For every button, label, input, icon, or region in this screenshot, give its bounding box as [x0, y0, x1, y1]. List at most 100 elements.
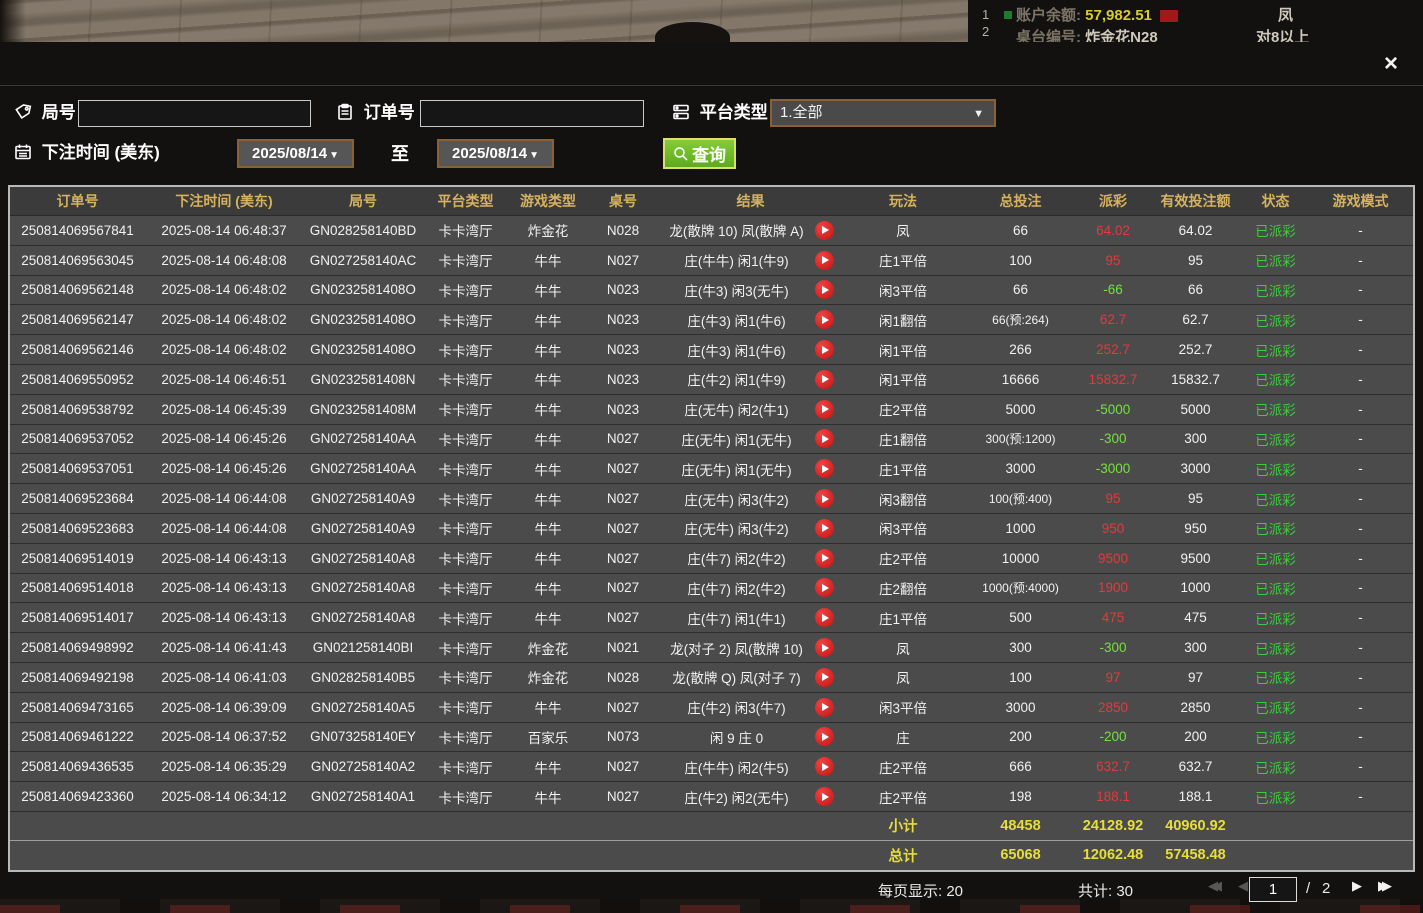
table-row: 2508140695621462025-08-14 06:48:02GN0232… [10, 335, 1413, 365]
play-video-button[interactable] [815, 638, 834, 657]
play-icon [822, 286, 829, 294]
game-mode: - [1308, 431, 1413, 446]
play-type: 庄2平倍 [843, 399, 963, 419]
filter-row-2: 下注时间 (美东) 2025/08/14▼ 至 2025/08/14▼ 查询 [0, 138, 1423, 170]
table-number: N023 [588, 372, 658, 387]
round-number: GN0232581408O [303, 282, 423, 297]
platform-type: 卡卡湾厅 [423, 638, 508, 658]
column-header: 玩法 [843, 191, 963, 211]
play-video-button[interactable] [815, 251, 834, 270]
date-from-picker[interactable]: 2025/08/14▼ [237, 139, 354, 168]
table-row: 2508140694921982025-08-14 06:41:03GN0282… [10, 663, 1413, 693]
table-row: 2508140694731652025-08-14 06:39:09GN0272… [10, 693, 1413, 723]
play-icon [822, 763, 829, 771]
order-number-input[interactable] [420, 100, 644, 127]
platform-type-value: 1.全部 [780, 104, 823, 121]
status-badge: 已派彩 [1243, 548, 1308, 568]
play-video-button[interactable] [815, 340, 834, 359]
valid-bet: 300 [1148, 431, 1243, 446]
total-bet: 100 [963, 253, 1078, 268]
last-page-button[interactable]: ▶▶ [1378, 878, 1384, 894]
table-number: N023 [588, 402, 658, 417]
date-to-picker[interactable]: 2025/08/14▼ [437, 139, 554, 168]
play-video-button[interactable] [815, 698, 834, 717]
play-video-button[interactable] [815, 668, 834, 687]
result-text: 庄(牛7) 闲2(牛2) [658, 548, 815, 568]
status-badge: 已派彩 [1243, 459, 1308, 479]
bet-history-table: 订单号下注时间 (美东)局号平台类型游戏类型桌号结果玩法总投注派彩有效投注额状态… [8, 185, 1415, 872]
play-video-button[interactable] [815, 727, 834, 746]
first-page-button[interactable]: ◀◀ [1208, 878, 1214, 894]
page-size-label: 每页显示: 20 [878, 880, 963, 901]
prev-page-button[interactable]: ◀ [1238, 878, 1248, 894]
search-button-label: 查询 [692, 141, 726, 166]
status-badge: 已派彩 [1243, 787, 1308, 807]
result: 龙(对子 2) 凤(散牌 10) [658, 638, 843, 658]
status-badge: 已派彩 [1243, 489, 1308, 509]
game-type: 牛牛 [508, 399, 588, 419]
tag-icon [14, 102, 32, 130]
result-text: 庄(牛3) 闲3(无牛) [658, 280, 815, 300]
play-video-button[interactable] [815, 489, 834, 508]
result-text: 庄(牛7) 闲1(牛1) [658, 608, 815, 628]
platform-type: 卡卡湾厅 [423, 578, 508, 598]
table-body: 2508140695678412025-08-14 06:48:37GN0282… [10, 216, 1413, 812]
platform-type-label: 平台类型 [700, 103, 768, 122]
bet-time: 2025-08-14 06:46:51 [145, 372, 303, 387]
table-number: N021 [588, 640, 658, 655]
play-type: 庄2平倍 [843, 757, 963, 777]
payout-value: -300 [1078, 640, 1148, 655]
bet-time: 2025-08-14 06:44:08 [145, 491, 303, 506]
column-header: 下注时间 (美东) [145, 191, 303, 211]
play-icon [822, 733, 829, 741]
play-icon [822, 256, 829, 264]
next-page-button[interactable]: ▶ [1352, 878, 1362, 894]
play-video-button[interactable] [815, 519, 834, 538]
table-row: 2508140694612222025-08-14 06:37:52GN0732… [10, 723, 1413, 753]
platform-type: 卡卡湾厅 [423, 518, 508, 538]
round-number-input[interactable] [78, 100, 311, 127]
play-video-button[interactable] [815, 608, 834, 627]
play-video-button[interactable] [815, 578, 834, 597]
play-video-button[interactable] [815, 429, 834, 448]
play-video-button[interactable] [815, 370, 834, 389]
play-video-button[interactable] [815, 221, 834, 240]
page-number-input[interactable] [1249, 877, 1297, 902]
play-video-button[interactable] [815, 549, 834, 568]
bet-time: 2025-08-14 06:45:39 [145, 402, 303, 417]
total-bet: 100(预:400) [963, 490, 1078, 507]
order-number: 250814069461222 [10, 729, 145, 744]
date-dropdown-icon: ▼ [329, 150, 339, 161]
close-button[interactable]: × [1377, 50, 1405, 78]
total-bet: 10000 [963, 551, 1078, 566]
play-type: 庄1翻倍 [843, 429, 963, 449]
play-video-button[interactable] [815, 310, 834, 329]
table-number: N027 [588, 700, 658, 715]
result-text: 龙(散牌 Q) 凤(对子 7) [658, 667, 815, 687]
play-video-button[interactable] [815, 757, 834, 776]
round-number: GN0232581408M [303, 402, 423, 417]
status-badge: 已派彩 [1243, 280, 1308, 300]
platform-type-select[interactable]: 1.全部 ▼ [770, 99, 996, 127]
play-video-button[interactable] [815, 459, 834, 478]
play-video-button[interactable] [815, 400, 834, 419]
search-button[interactable]: 查询 [663, 138, 736, 169]
game-type: 牛牛 [508, 608, 588, 628]
status-badge: 已派彩 [1243, 757, 1308, 777]
play-icon [822, 316, 829, 324]
game-type: 炸金花 [508, 638, 588, 658]
play-type: 庄2平倍 [843, 548, 963, 568]
status-badge: 已派彩 [1243, 638, 1308, 658]
payout-value: 2850 [1078, 700, 1148, 715]
play-video-button[interactable] [815, 280, 834, 299]
result: 庄(牛7) 闲2(牛2) [658, 578, 843, 598]
bet-time: 2025-08-14 06:35:29 [145, 759, 303, 774]
play-video-button[interactable] [815, 787, 834, 806]
payout-value: 188.1 [1078, 789, 1148, 804]
order-number: 250814069514017 [10, 610, 145, 625]
order-number: 250814069550952 [10, 372, 145, 387]
column-header: 状态 [1243, 191, 1308, 211]
round-number: GN027258140A9 [303, 491, 423, 506]
payout-value: 97 [1078, 670, 1148, 685]
bet-time: 2025-08-14 06:48:02 [145, 312, 303, 327]
